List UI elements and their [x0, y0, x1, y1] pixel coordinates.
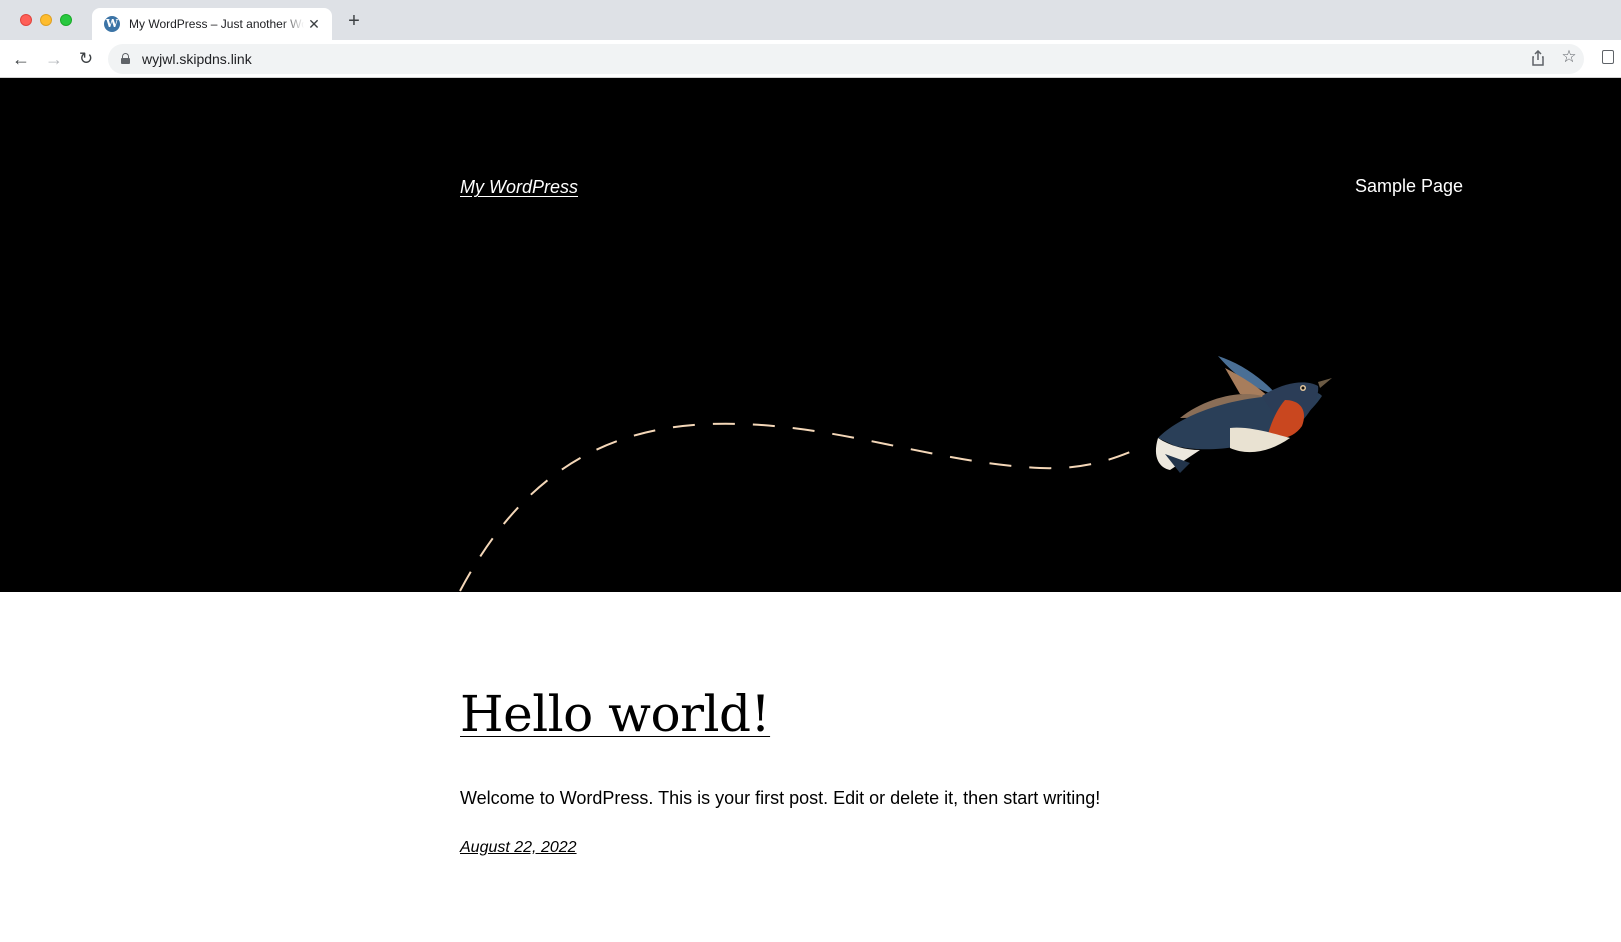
- browser-toolbar: ← → ↻ wyjwl.skipdns.link: [0, 40, 1621, 78]
- address-bar[interactable]: wyjwl.skipdns.link: [108, 44, 1584, 74]
- browser-tab[interactable]: W My WordPress – Just another WordPress …: [92, 8, 332, 40]
- tab-title-fade: [282, 12, 304, 36]
- post-date-link[interactable]: August 22, 2022: [460, 838, 577, 858]
- post-title-link[interactable]: Hello world!: [460, 683, 771, 745]
- bookmark-star-icon[interactable]: ☆: [1560, 48, 1578, 66]
- share-icon[interactable]: [1530, 50, 1546, 66]
- browser-tab-strip: W My WordPress – Just another WordPress …: [0, 0, 1621, 40]
- lock-icon[interactable]: [121, 53, 130, 64]
- url-text[interactable]: wyjwl.skipdns.link: [142, 51, 252, 67]
- flight-path-illustration: [459, 356, 1332, 592]
- forward-arrow-icon[interactable]: →: [42, 47, 66, 71]
- window-minimize-button[interactable]: [40, 14, 52, 26]
- tab-title: My WordPress – Just another WordPress si…: [129, 17, 304, 31]
- new-tab-button[interactable]: +: [344, 11, 364, 31]
- site-title-link[interactable]: My WordPress: [460, 177, 578, 198]
- window-close-button[interactable]: [20, 14, 32, 26]
- bird-illustration: [1155, 356, 1332, 473]
- window-zoom-button[interactable]: [60, 14, 72, 26]
- nav-item-sample-page[interactable]: Sample Page: [1355, 176, 1463, 197]
- back-arrow-icon[interactable]: ←: [9, 47, 33, 71]
- site-header-hero: My WordPress Sample Page: [0, 78, 1621, 592]
- post-excerpt: Welcome to WordPress. This is your first…: [460, 788, 1101, 808]
- tab-close-icon[interactable]: ✕: [306, 16, 322, 32]
- wordpress-logo-icon: W: [104, 16, 120, 32]
- extension-icon[interactable]: [1602, 50, 1614, 64]
- reload-icon[interactable]: ↻: [74, 47, 98, 71]
